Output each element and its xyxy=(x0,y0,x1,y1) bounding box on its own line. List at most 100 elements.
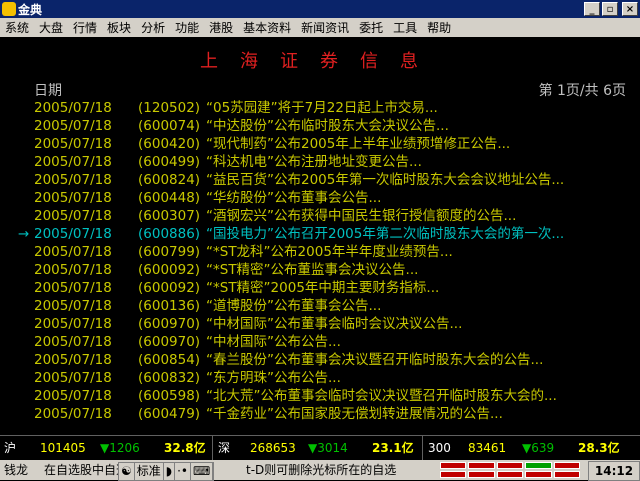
row-date: 2005/07/18 xyxy=(34,100,112,116)
row-code: (600307) xyxy=(138,208,201,224)
ime-toolbar[interactable]: ☯ 标准 ◗ ·• ⌨ xyxy=(118,462,215,481)
app-icon xyxy=(2,2,16,16)
row-title: “北大荒”公布董事会临时会议决议暨召开临时股东大会的... xyxy=(206,388,557,404)
page-title: 上海证券信息 xyxy=(200,51,440,72)
row-title: “春兰股份”公布董事会决议暨召开临时股东大会的公告... xyxy=(206,352,544,368)
ime-keyboard-icon[interactable]: ⌨ xyxy=(191,463,214,480)
row-code: (600824) xyxy=(138,172,201,188)
menu-system[interactable]: 系统 xyxy=(0,19,34,36)
news-row[interactable]: 2005/07/18 (600598) “北大荒”公布董事会临时会议决议暨召开临时股… xyxy=(0,387,640,405)
idx300-label: 300 xyxy=(428,441,451,455)
news-row[interactable]: 2005/07/18 (600074) “中达股份”公布临时股东大会决议公告... xyxy=(0,117,640,135)
maximize-button[interactable]: ▫ xyxy=(602,2,618,16)
row-title: “05苏园建”将于7月22日起上市交易... xyxy=(206,100,438,116)
row-code: (600420) xyxy=(138,136,201,152)
news-row[interactable]: 2005/07/18 (600970) “中材国际”公布公告... xyxy=(0,333,640,351)
sz-index: 268653 xyxy=(250,441,296,455)
ime-logo-icon[interactable]: ☯ xyxy=(119,463,135,480)
row-title: “中材国际”公布公告... xyxy=(206,334,341,350)
indicator-bars xyxy=(440,462,580,478)
news-row[interactable]: 2005/07/18 (600092) “*ST精密”2005年中期主要财务指标..… xyxy=(0,279,640,297)
menu-news[interactable]: 新闻资讯 xyxy=(296,19,354,36)
news-row[interactable]: 2005/07/18 (600799) “*ST龙科”公布2005年半年度业绩预告.… xyxy=(0,243,640,261)
row-date: 2005/07/18 xyxy=(34,370,112,386)
title-bar: 金典 _ ▫ × xyxy=(0,0,640,18)
news-row[interactable]: 2005/07/18 (600499) “科达机电”公布注册地址变更公告... xyxy=(0,153,640,171)
idx300-amount: 28.3亿 xyxy=(578,441,620,455)
news-row[interactable]: 2005/07/18 (600448) “华纺股份”公布董事会公告... xyxy=(0,189,640,207)
row-code: (600854) xyxy=(138,352,201,368)
news-row[interactable]: 2005/07/18 (600824) “益民百货”公布2005年第一次临时股东大会… xyxy=(0,171,640,189)
row-code: (120502) xyxy=(138,100,201,116)
news-row[interactable]: 2005/07/18 (600136) “道博股份”公布董事会公告... xyxy=(0,297,640,315)
minimize-button[interactable]: _ xyxy=(584,2,600,16)
row-date: 2005/07/18 xyxy=(34,406,112,422)
row-date: 2005/07/18 xyxy=(34,298,112,314)
ime-punct-icon[interactable]: ·• xyxy=(175,463,192,480)
menu-analysis[interactable]: 分析 xyxy=(136,19,170,36)
news-row[interactable]: 2005/07/18 (600479) “千金药业”公布国家股无偿划转进展情况的公告… xyxy=(0,405,640,423)
news-panel: 上海证券信息 日期 第 1页/共 6页 2005/07/18 (120502) “0… xyxy=(0,37,640,435)
row-date: 2005/07/18 xyxy=(34,136,112,152)
row-code: (600074) xyxy=(138,118,201,134)
ime-shape-icon[interactable]: ◗ xyxy=(164,463,176,480)
row-date: 2005/07/18 xyxy=(34,280,112,296)
news-row[interactable]: 2005/07/18 (600420) “现代制药”公布2005年上半年业绩预增修正… xyxy=(0,135,640,153)
row-title: “中达股份”公布临时股东大会决议公告... xyxy=(206,118,449,134)
row-date: 2005/07/18 xyxy=(34,244,112,260)
sh-amount: 32.8亿 xyxy=(164,441,206,455)
market-status-bar: 沪 101405 ▼1206 32.8亿 深 268653 ▼3014 23.1… xyxy=(0,435,640,461)
news-row-selected[interactable]: → 2005/07/18 (600886) “国投电力”公布召开2005年第二次临时股… xyxy=(0,225,640,243)
row-title: “现代制药”公布2005年上半年业绩预增修正公告... xyxy=(206,136,511,152)
row-date: 2005/07/18 xyxy=(34,262,112,278)
idx300-change: ▼639 xyxy=(522,441,555,455)
menu-tools[interactable]: 工具 xyxy=(388,19,422,36)
page-indicator: 第 1页/共 6页 xyxy=(538,83,626,99)
app-label: 钱龙 xyxy=(4,463,29,477)
row-date: 2005/07/18 xyxy=(34,208,112,224)
ime-mode[interactable]: 标准 xyxy=(135,463,164,480)
menu-fundamentals[interactable]: 基本资料 xyxy=(238,19,296,36)
sh-label: 沪 xyxy=(4,441,17,455)
row-title: “*ST精密”2005年中期主要财务指标... xyxy=(206,280,440,296)
row-code: (600448) xyxy=(138,190,201,206)
sz-label: 深 xyxy=(218,441,231,455)
news-row[interactable]: 2005/07/18 (600854) “春兰股份”公布董事会决议暨召开临时股东大会… xyxy=(0,351,640,369)
row-code: (600598) xyxy=(138,388,201,404)
row-date: 2005/07/18 xyxy=(34,172,112,188)
clock: 14:12 xyxy=(588,461,640,481)
close-button[interactable]: × xyxy=(622,2,638,16)
row-title: “科达机电”公布注册地址变更公告... xyxy=(206,154,422,170)
menu-functions[interactable]: 功能 xyxy=(170,19,204,36)
news-row[interactable]: 2005/07/18 (600970) “中材国际”公布董事会临时会议决议公告... xyxy=(0,315,640,333)
row-code: (600136) xyxy=(138,298,201,314)
row-title: “益民百货”公布2005年第一次临时股东大会会议地址公告... xyxy=(206,172,565,188)
row-date: 2005/07/18 xyxy=(34,118,112,134)
row-date: 2005/07/18 xyxy=(34,154,112,170)
row-title: “道博股份”公布董事会公告... xyxy=(206,298,382,314)
menu-bar: 系统 大盘 行情 板块 分析 功能 港股 基本资料 新闻资讯 委托 工具 帮助 xyxy=(0,18,640,37)
news-row[interactable]: 2005/07/18 (600092) “*ST精密”公布董监事会决议公告... xyxy=(0,261,640,279)
menu-orders[interactable]: 委托 xyxy=(354,19,388,36)
news-row[interactable]: 2005/07/18 (120502) “05苏园建”将于7月22日起上市交易... xyxy=(0,99,640,117)
row-code: (600092) xyxy=(138,280,201,296)
menu-help[interactable]: 帮助 xyxy=(422,19,456,36)
menu-sectors[interactable]: 板块 xyxy=(102,19,136,36)
window-title: 金典 xyxy=(18,2,43,17)
row-title: “东方明珠”公布公告... xyxy=(206,370,341,386)
menu-market[interactable]: 大盘 xyxy=(34,19,68,36)
row-code: (600092) xyxy=(138,262,201,278)
row-date: 2005/07/18 xyxy=(34,190,112,206)
row-code: (600970) xyxy=(138,316,201,332)
menu-hk-stocks[interactable]: 港股 xyxy=(204,19,238,36)
sz-change: ▼3014 xyxy=(308,441,348,455)
row-title: “酒钢宏兴”公布获得中国民生银行授信额度的公告... xyxy=(206,208,517,224)
news-row[interactable]: 2005/07/18 (600307) “酒钢宏兴”公布获得中国民生银行授信额度的公… xyxy=(0,207,640,225)
menu-quotes[interactable]: 行情 xyxy=(68,19,102,36)
row-title: “*ST精密”公布董监事会决议公告... xyxy=(206,262,419,278)
idx300-index: 83461 xyxy=(468,441,507,455)
news-list: 2005/07/18 (120502) “05苏园建”将于7月22日起上市交易...… xyxy=(0,99,640,423)
row-code: (600970) xyxy=(138,334,201,350)
news-row[interactable]: 2005/07/18 (600832) “东方明珠”公布公告... xyxy=(0,369,640,387)
sh-index: 101405 xyxy=(40,441,86,455)
